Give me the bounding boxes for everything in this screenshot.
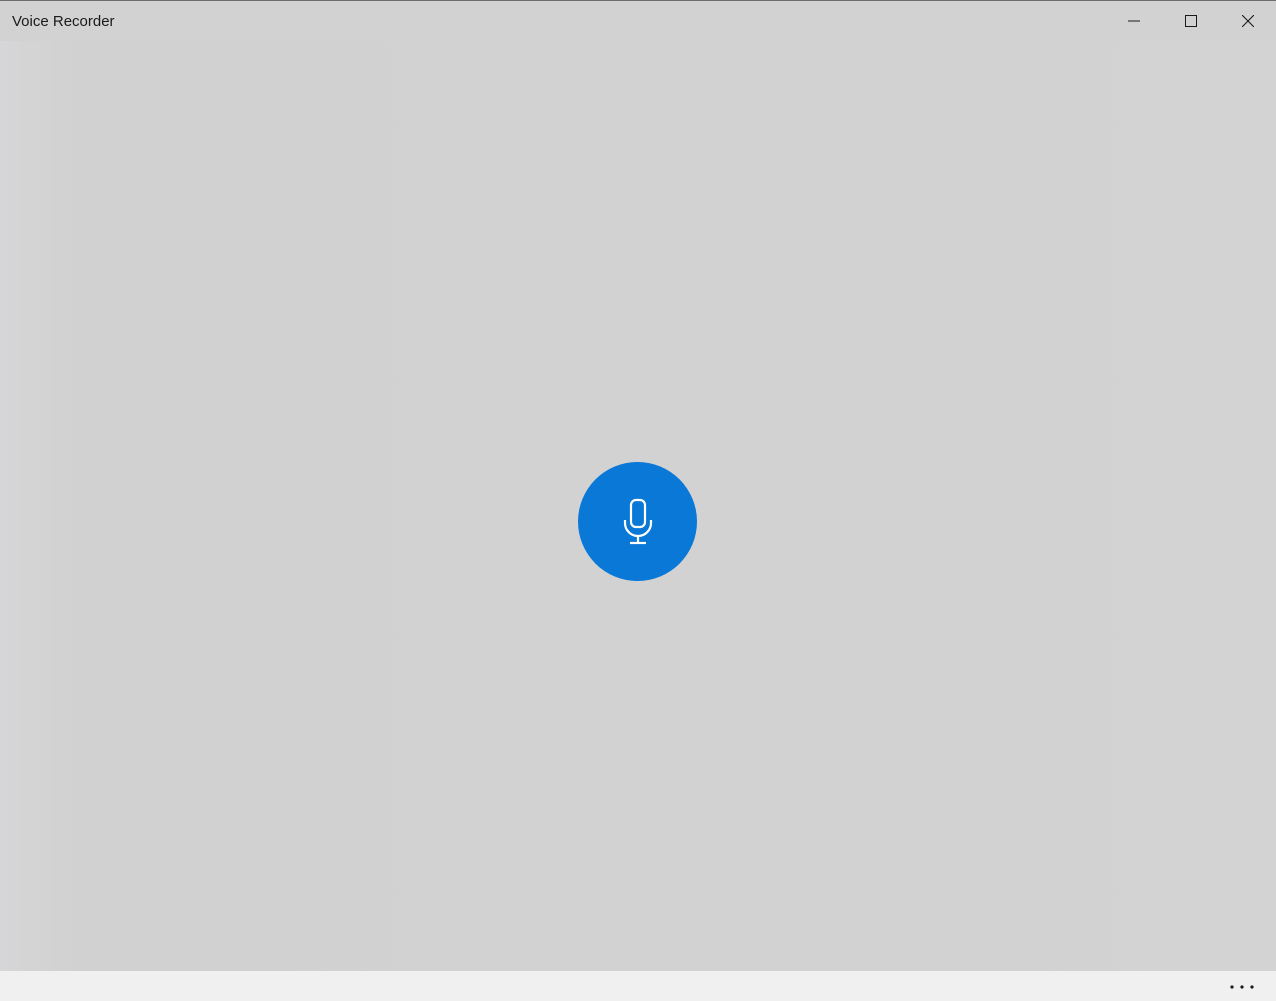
title-bar[interactable]: Voice Recorder (0, 1, 1276, 41)
app-bar (0, 971, 1276, 1001)
minimize-button[interactable] (1105, 1, 1162, 41)
main-content (0, 41, 1276, 971)
close-icon (1241, 15, 1254, 27)
voice-recorder-window: Voice Recorder (0, 0, 1276, 1001)
more-options-button[interactable] (1222, 975, 1262, 999)
close-button[interactable] (1219, 1, 1276, 41)
maximize-icon (1184, 15, 1197, 27)
more-icon (1230, 985, 1254, 989)
app-title: Voice Recorder (12, 13, 115, 30)
maximize-button[interactable] (1162, 1, 1219, 41)
record-button[interactable] (578, 462, 697, 581)
minimize-icon (1127, 20, 1140, 22)
microphone-icon (623, 498, 652, 544)
